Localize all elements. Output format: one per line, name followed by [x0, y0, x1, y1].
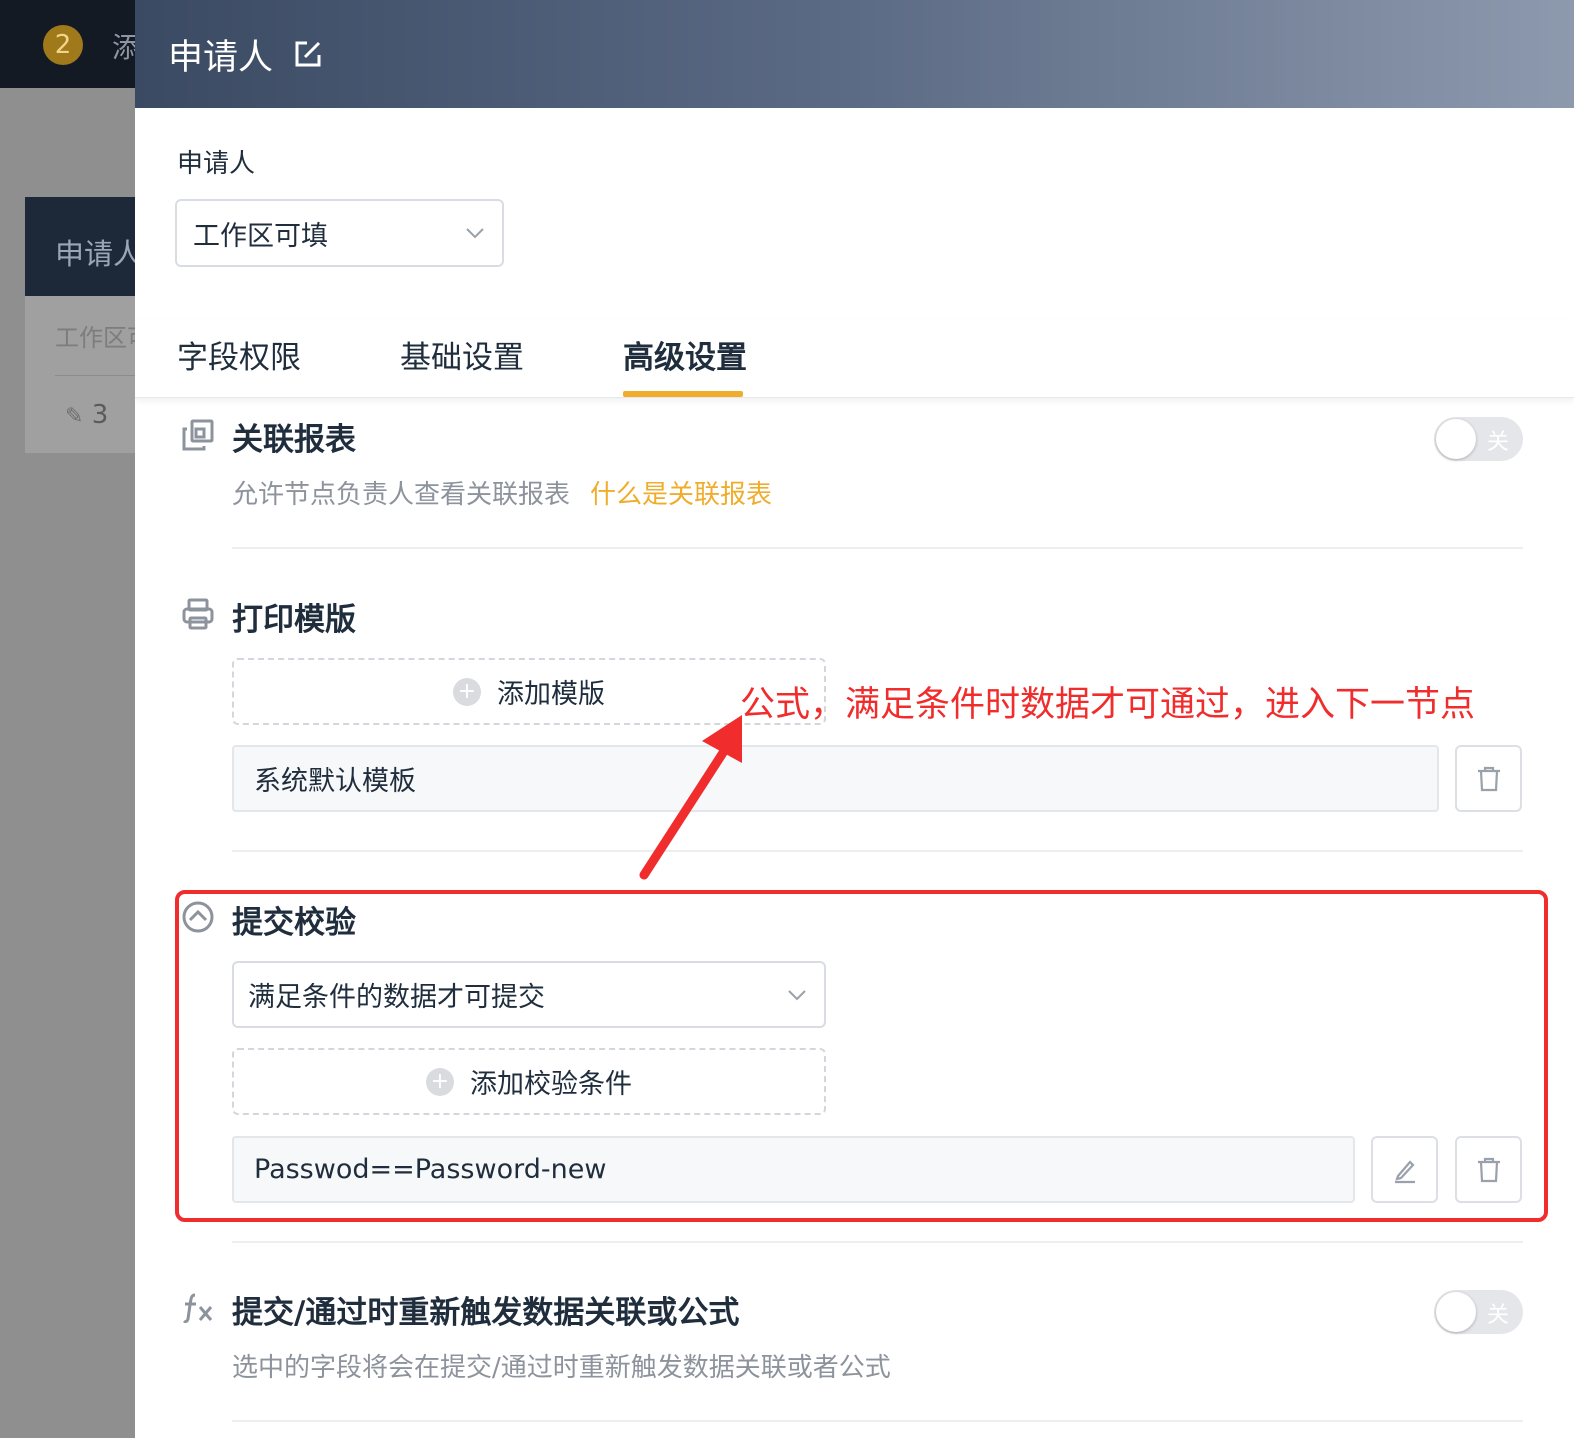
- background-node-card: 申请人 工作区可 ✎ 3: [25, 197, 140, 453]
- submit-validation-title: 提交校验: [232, 905, 356, 941]
- toggle-state-label: 关: [1486, 430, 1509, 455]
- toggle-knob: [1436, 1292, 1476, 1332]
- formula-fx-icon: [182, 1293, 213, 1324]
- linked-report-desc-text: 允许节点负责人查看关联报表: [232, 480, 571, 510]
- plus-circle-icon: +: [426, 1067, 454, 1096]
- annotation-text: 公式，满足条件时数据才可通过，进入下一节点: [740, 685, 1476, 725]
- template-item[interactable]: 系统默认模板: [232, 745, 1439, 812]
- settings-tabs: 字段权限 基础设置 高级设置: [135, 320, 1574, 398]
- tab-basic-settings[interactable]: 基础设置: [400, 332, 524, 377]
- printer-icon: [182, 598, 214, 630]
- background-card-subtitle: 工作区可: [55, 324, 140, 352]
- section-divider: [232, 547, 1523, 549]
- linked-report-title: 关联报表: [232, 422, 356, 458]
- validation-mode-select[interactable]: 满足条件的数据才可提交: [232, 961, 826, 1028]
- section-divider: [232, 1420, 1523, 1422]
- section-divider: [232, 850, 1523, 852]
- notification-badge: 2: [43, 25, 83, 65]
- retrigger-toggle[interactable]: 关: [1434, 1290, 1523, 1334]
- drawer-title: 申请人: [168, 37, 274, 78]
- pencil-icon: [1394, 1159, 1415, 1183]
- edit-condition-button[interactable]: [1371, 1136, 1438, 1203]
- toggle-state-label: 关: [1486, 1303, 1509, 1328]
- linked-report-icon: [182, 419, 214, 451]
- section-divider: [232, 1241, 1523, 1243]
- background-card-count: ✎ 3: [25, 376, 140, 430]
- trash-icon: [1477, 766, 1500, 791]
- linked-report-description: 允许节点负责人查看关联报表 什么是关联报表: [232, 474, 772, 511]
- background-top-bar: 2 添: [0, 0, 140, 88]
- background-card-count-value: 3: [91, 400, 109, 430]
- linked-report-help-link[interactable]: 什么是关联报表: [590, 480, 772, 510]
- retrigger-description: 选中的字段将会在提交/通过时重新触发数据关联或者公式: [232, 1353, 891, 1383]
- add-template-label: 添加模版: [497, 679, 605, 710]
- add-validation-condition-button[interactable]: + 添加校验条件: [232, 1048, 826, 1115]
- chevron-down-icon: [788, 990, 806, 1001]
- trash-icon: [1477, 1157, 1500, 1182]
- validation-mode-value: 满足条件的数据才可提交: [248, 982, 545, 1013]
- add-validation-condition-label: 添加校验条件: [470, 1069, 632, 1100]
- delete-condition-button[interactable]: [1455, 1136, 1522, 1203]
- print-template-title: 打印模版: [232, 602, 356, 638]
- permission-select-value: 工作区可填: [193, 220, 328, 252]
- retrigger-title: 提交/通过时重新触发数据关联或公式: [232, 1295, 740, 1331]
- toggle-knob: [1436, 419, 1476, 459]
- background-card-title: 申请人: [25, 197, 140, 296]
- plus-circle-icon: +: [453, 677, 481, 706]
- node-name-label: 申请人: [177, 149, 256, 179]
- pencil-icon: ✎: [65, 404, 84, 429]
- chevron-down-icon: [466, 228, 484, 239]
- template-item-label: 系统默认模板: [254, 766, 416, 797]
- active-tab-indicator: [623, 391, 743, 397]
- submit-validation-icon: [182, 901, 214, 933]
- delete-template-button[interactable]: [1455, 745, 1522, 812]
- edit-title-icon[interactable]: [293, 39, 323, 69]
- validation-condition-formula: Passwod==Password-new: [254, 1154, 607, 1185]
- tab-field-permission[interactable]: 字段权限: [177, 332, 301, 377]
- validation-condition-item[interactable]: Passwod==Password-new: [232, 1136, 1355, 1203]
- drawer-header: 申请人: [135, 0, 1574, 108]
- annotation-arrow-icon: [639, 715, 742, 880]
- linked-report-toggle[interactable]: 关: [1434, 417, 1523, 461]
- tab-advanced-settings[interactable]: 高级设置: [623, 332, 747, 377]
- permission-select[interactable]: 工作区可填: [175, 199, 504, 267]
